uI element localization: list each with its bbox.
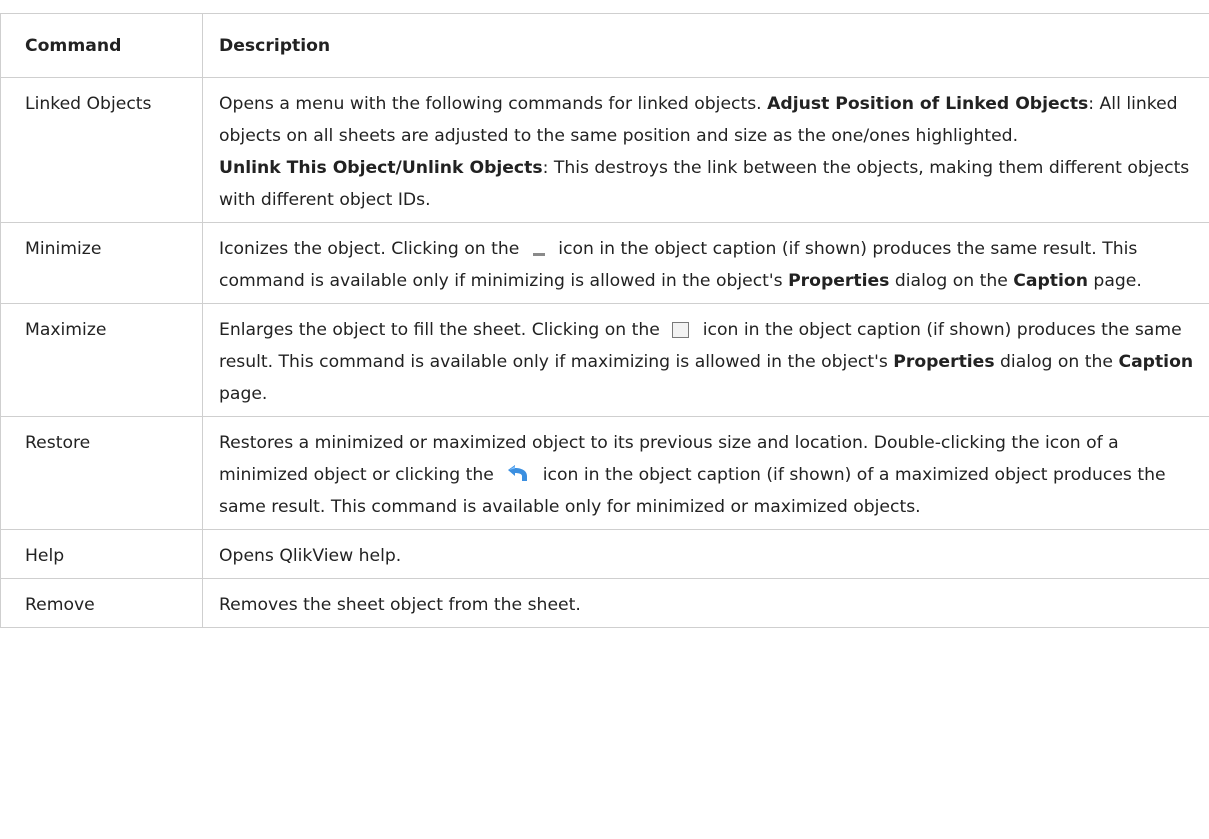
- command-cell: Maximize: [0, 303, 203, 417]
- description-bold: Properties: [893, 352, 995, 372]
- description-bold: Caption: [1118, 352, 1194, 372]
- minimize-icon: [531, 240, 547, 258]
- description-text: dialog on the: [994, 352, 1119, 372]
- maximize-icon: [671, 321, 691, 339]
- description-bold: Unlink This Object/Unlink Objects: [219, 158, 543, 178]
- description-text: page.: [219, 384, 268, 404]
- description-text: dialog on the: [889, 271, 1014, 291]
- description-bold: Properties: [788, 271, 890, 291]
- table-header-row: Command Description: [0, 13, 1209, 78]
- command-cell: Remove: [0, 578, 203, 628]
- description-cell: Iconizes the object. Clicking on the ico…: [202, 222, 1209, 304]
- description-cell: Opens QlikView help.: [202, 529, 1209, 579]
- description-paragraph: Unlink This Object/Unlink Objects: This …: [219, 152, 1209, 216]
- description-text: page.: [1087, 271, 1142, 291]
- description-text: Enlarges the object to fill the sheet. C…: [219, 320, 666, 340]
- command-cell: Help: [0, 529, 203, 579]
- header-description: Description: [202, 13, 1209, 78]
- table-row: Remove Removes the sheet object from the…: [0, 578, 1209, 628]
- description-bold: Adjust Position of Linked Objects: [767, 94, 1089, 114]
- description-bold: Caption: [1013, 271, 1088, 291]
- description-cell: Enlarges the object to fill the sheet. C…: [202, 303, 1209, 417]
- table-row: Maximize Enlarges the object to fill the…: [0, 303, 1209, 417]
- table-row: Help Opens QlikView help.: [0, 529, 1209, 579]
- description-cell: Restores a minimized or maximized object…: [202, 416, 1209, 530]
- command-table: Command Description Linked Objects Opens…: [0, 13, 1209, 628]
- table-row: Minimize Iconizes the object. Clicking o…: [0, 222, 1209, 304]
- table-row: Restore Restores a minimized or maximize…: [0, 416, 1209, 530]
- description-cell: Removes the sheet object from the sheet.: [202, 578, 1209, 628]
- description-text: Opens a menu with the following commands…: [219, 94, 768, 114]
- description-cell: Opens a menu with the following commands…: [202, 77, 1209, 223]
- command-cell: Minimize: [0, 222, 203, 304]
- command-cell: Linked Objects: [0, 77, 203, 223]
- restore-icon: [505, 462, 531, 484]
- command-cell: Restore: [0, 416, 203, 530]
- description-text: Iconizes the object. Clicking on the: [219, 239, 525, 259]
- header-command: Command: [0, 13, 203, 78]
- table-row: Linked Objects Opens a menu with the fol…: [0, 77, 1209, 223]
